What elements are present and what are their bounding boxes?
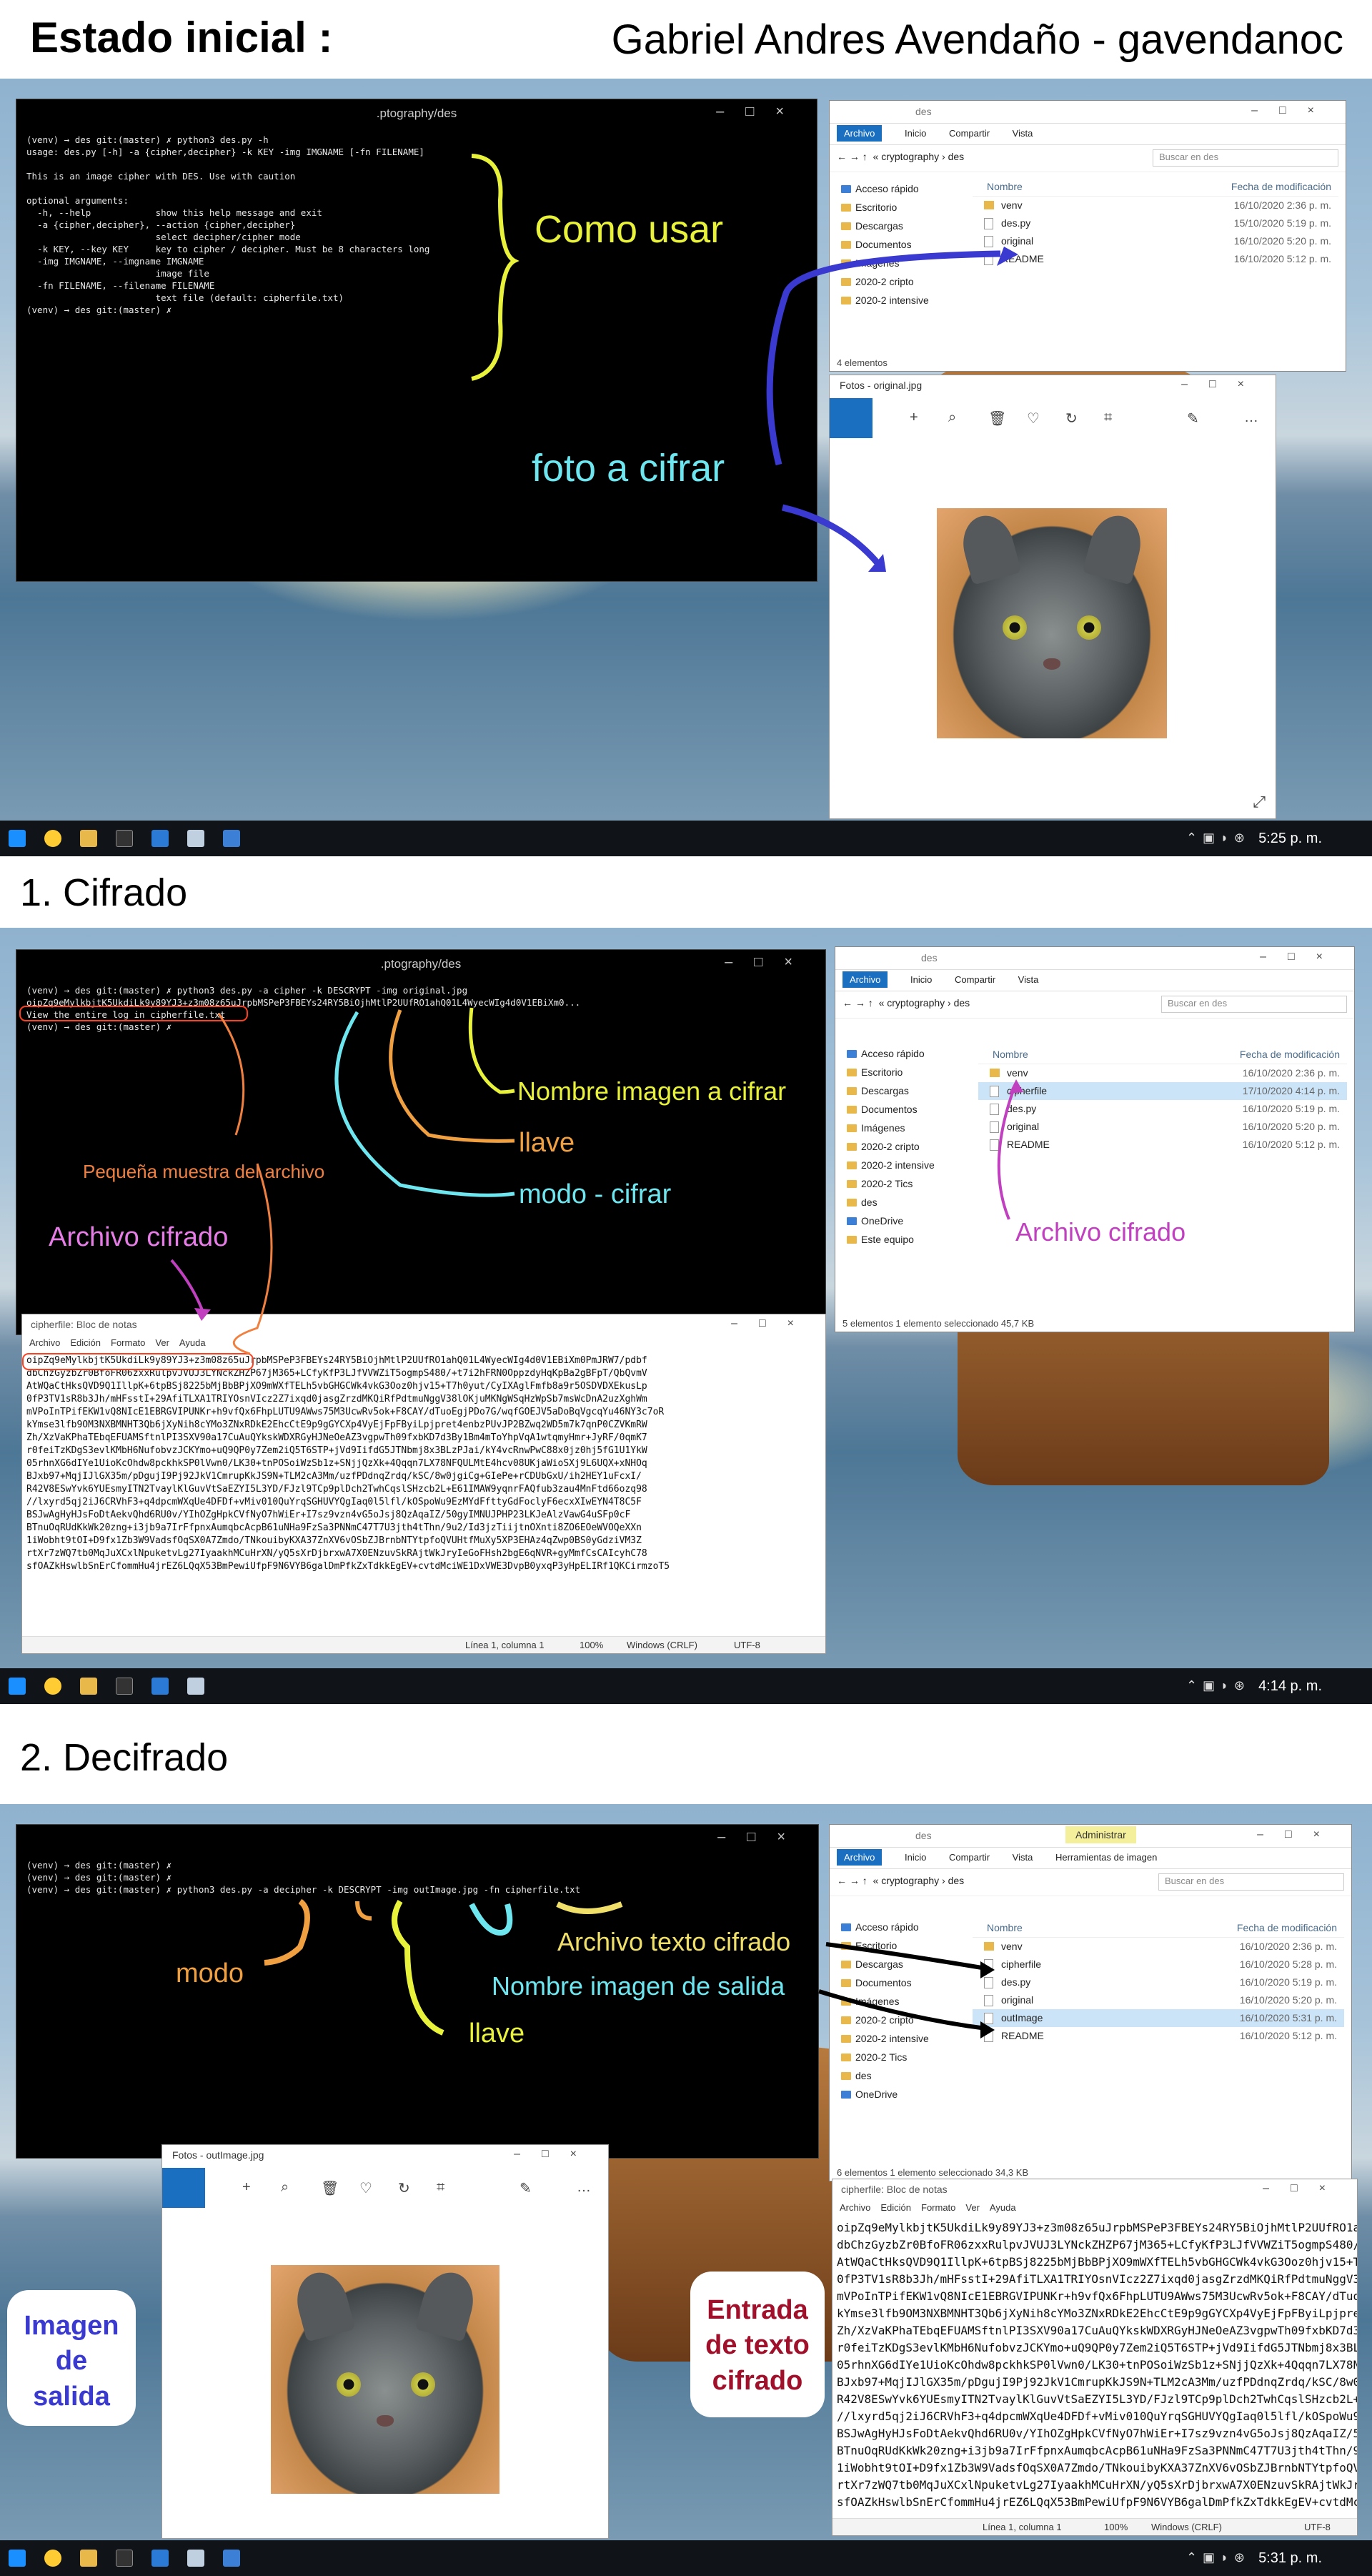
- folder-icon[interactable]: [80, 830, 97, 847]
- desktop-2: .ptography/des –□× (venv) → des git:(mas…: [0, 928, 1372, 1677]
- header-title: Estado inicial :: [30, 14, 333, 61]
- clock[interactable]: 5:25 p. m.: [1258, 831, 1322, 847]
- clock[interactable]: 4:14 p. m.: [1258, 1678, 1322, 1695]
- taskbar-3: ⌃▣◗⊛ 5:31 p. m.: [0, 2540, 1372, 2576]
- vscode-icon[interactable]: [151, 830, 169, 847]
- annotation-arrows-3: [264, 1898, 995, 2038]
- app-icon[interactable]: [187, 1678, 204, 1695]
- section-heading-2: 2. Decifrado: [0, 1704, 1372, 1804]
- photos-icon[interactable]: [223, 2550, 240, 2567]
- start-icon[interactable]: [9, 830, 26, 847]
- tray-icons[interactable]: ⌃▣◗⊛: [1186, 2550, 1251, 2565]
- terminal-icon[interactable]: [116, 1678, 133, 1695]
- terminal-icon[interactable]: [116, 2550, 133, 2567]
- photos-icon[interactable]: [223, 830, 240, 847]
- section-heading-1: 1. Cifrado: [0, 856, 1372, 928]
- desktop-1: .ptography/des –□× (venv) → des git:(mas…: [0, 79, 1372, 822]
- start-icon[interactable]: [9, 1678, 26, 1695]
- section-title: 1. Cifrado: [20, 871, 188, 914]
- tray-icons[interactable]: ⌃▣◗⊛: [1186, 831, 1251, 846]
- chrome-icon[interactable]: [44, 1678, 61, 1695]
- chrome-icon[interactable]: [44, 830, 61, 847]
- vscode-icon[interactable]: [151, 1678, 169, 1695]
- desktop-3: –□× (venv) → des git:(master) ✗ (venv) →…: [0, 1804, 1372, 2542]
- chrome-icon[interactable]: [44, 2550, 61, 2567]
- header-author: Gabriel Andres Avendaño - gavendanoc: [611, 16, 1343, 63]
- app-icon[interactable]: [187, 830, 204, 847]
- folder-icon[interactable]: [80, 2550, 97, 2567]
- taskbar-1: ⌃▣◗⊛ 5:25 p. m.: [0, 821, 1372, 856]
- terminal-icon[interactable]: [116, 830, 133, 847]
- annotation-arrows-2: [19, 1006, 1023, 1370]
- folder-icon[interactable]: [80, 1678, 97, 1695]
- vscode-icon[interactable]: [151, 2550, 169, 2567]
- taskbar-2: ⌃▣◗⊛ 4:14 p. m.: [0, 1668, 1372, 1704]
- app-icon[interactable]: [187, 2550, 204, 2567]
- page-header: Estado inicial : Gabriel Andres Avendaño…: [0, 0, 1372, 79]
- section-title: 2. Decifrado: [20, 1736, 229, 1779]
- start-icon[interactable]: [9, 2550, 26, 2567]
- annotation-arrows-1: [471, 154, 1018, 572]
- clock[interactable]: 5:31 p. m.: [1258, 2550, 1322, 2567]
- tray-icons[interactable]: ⌃▣◗⊛: [1186, 1678, 1251, 1693]
